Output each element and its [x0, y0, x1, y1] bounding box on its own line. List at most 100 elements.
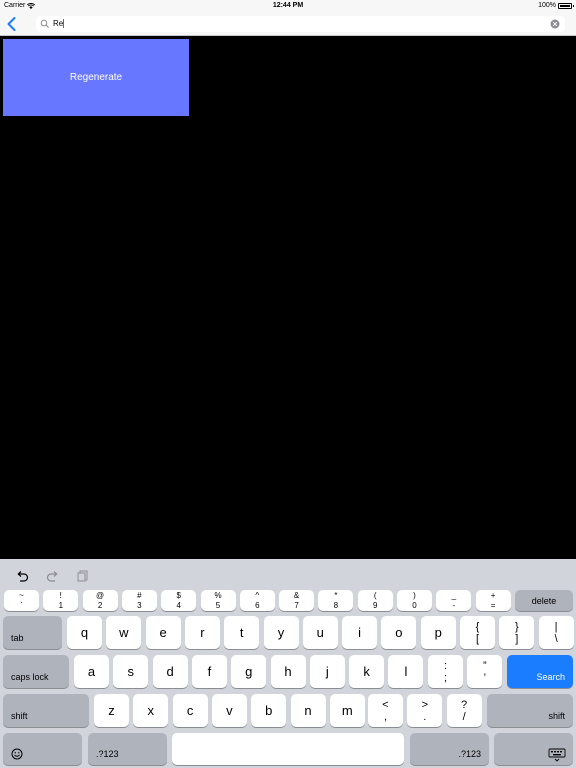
- key-p[interactable]: p: [420, 616, 456, 649]
- key-label: j: [325, 664, 329, 679]
- key-label: e: [159, 625, 167, 640]
- key-base-char: 8: [333, 600, 339, 610]
- key-[[interactable]: {[: [460, 616, 495, 649]
- battery-percent: 100%: [538, 2, 556, 9]
- key-7[interactable]: & 7: [279, 590, 315, 611]
- paste-icon[interactable]: [76, 569, 90, 583]
- undo-icon[interactable]: [15, 569, 29, 583]
- key-s[interactable]: s: [113, 655, 149, 688]
- numbers-key-right[interactable]: .?123: [410, 733, 489, 765]
- key-=[interactable]: + =: [475, 590, 511, 611]
- key-base-char: /: [462, 710, 466, 723]
- key-g[interactable]: g: [231, 655, 267, 688]
- key-u[interactable]: u: [302, 616, 338, 649]
- key-label: k: [363, 664, 370, 679]
- caps-lock-key[interactable]: caps lock: [3, 655, 69, 688]
- emoji-key[interactable]: [3, 733, 82, 765]
- key-label: delete: [531, 595, 557, 606]
- key--[interactable]: _ -: [436, 590, 472, 611]
- space-key[interactable]: [172, 733, 404, 765]
- key-legend: #3: [137, 591, 141, 611]
- key-label: x: [147, 703, 155, 718]
- key-h[interactable]: h: [270, 655, 306, 688]
- key-v[interactable]: v: [211, 694, 247, 727]
- key-i[interactable]: i: [342, 616, 378, 649]
- shift-left-key[interactable]: shift: [3, 694, 89, 727]
- key-shift-char: {: [475, 620, 480, 633]
- key-/[interactable]: ? /: [446, 694, 482, 727]
- key-d[interactable]: d: [152, 655, 188, 688]
- key-\[interactable]: | \: [538, 616, 574, 649]
- delete-key[interactable]: delete: [515, 590, 573, 611]
- key-y[interactable]: y: [263, 616, 299, 649]
- key-legend: ) 0: [412, 591, 416, 611]
- key-legend: >.: [422, 699, 428, 723]
- key-base-char: [: [475, 632, 480, 645]
- key-m[interactable]: m: [329, 694, 365, 727]
- key-r[interactable]: r: [184, 616, 220, 649]
- key-base-char: ’: [483, 671, 487, 684]
- key-base-char: 0: [412, 600, 417, 610]
- key-shift-char: <: [382, 698, 389, 711]
- key-j[interactable]: j: [309, 655, 345, 688]
- search-key[interactable]: Search: [507, 655, 573, 688]
- key-base-char: =: [490, 600, 496, 610]
- key-,[interactable]: <,: [368, 694, 403, 727]
- key-9[interactable]: (9: [357, 590, 393, 611]
- key-shift-char: &: [293, 590, 300, 600]
- key-shift-char: ): [413, 590, 416, 600]
- key-base-char: 5: [215, 600, 221, 610]
- key-1[interactable]: ! 1: [43, 590, 79, 611]
- key-shift-char: ?: [461, 698, 468, 711]
- key-base-char: ,: [383, 710, 388, 723]
- regenerate-button[interactable]: Regenerate: [3, 39, 189, 116]
- key-k[interactable]: k: [349, 655, 385, 688]
- key-c[interactable]: c: [172, 694, 208, 727]
- key-legend: * 8: [334, 591, 338, 611]
- key-shift-char: $: [176, 590, 181, 600]
- key-label: z: [108, 703, 115, 718]
- key-8[interactable]: * 8: [318, 590, 354, 611]
- key-e[interactable]: e: [145, 616, 181, 649]
- key-][interactable]: }]: [499, 616, 535, 649]
- key-`[interactable]: ~ `: [4, 590, 39, 611]
- key-4[interactable]: $4: [161, 590, 197, 611]
- hide-keyboard-key[interactable]: [494, 733, 573, 765]
- key-a[interactable]: a: [74, 655, 109, 688]
- key-base-char: 9: [372, 600, 378, 610]
- key-2[interactable]: @2: [82, 590, 118, 611]
- key-5[interactable]: % 5: [200, 590, 236, 611]
- key-q[interactable]: q: [67, 616, 102, 649]
- key-label: .?123: [458, 749, 481, 759]
- battery-fill: [560, 4, 570, 7]
- key-label: y: [277, 625, 285, 640]
- tab-key[interactable]: tab: [3, 616, 62, 649]
- key-label: h: [284, 664, 292, 679]
- key-.[interactable]: >.: [407, 694, 443, 727]
- key-o[interactable]: o: [381, 616, 417, 649]
- key-n[interactable]: n: [290, 694, 326, 727]
- search-input[interactable]: Re: [36, 16, 565, 32]
- key-6[interactable]: ^ 6: [239, 590, 275, 611]
- key-shift-char: ~: [19, 590, 24, 600]
- key-z[interactable]: z: [94, 694, 129, 727]
- redo-icon[interactable]: [46, 569, 60, 583]
- key-’[interactable]: ”’: [467, 655, 503, 688]
- key-b[interactable]: b: [251, 694, 287, 727]
- key-shift-char: |: [554, 620, 558, 633]
- shift-right-key[interactable]: shift: [487, 694, 573, 727]
- key-0[interactable]: ) 0: [397, 590, 432, 611]
- key-f[interactable]: f: [191, 655, 227, 688]
- key-label: n: [304, 703, 312, 718]
- key-3[interactable]: #3: [121, 590, 157, 611]
- numbers-key-left[interactable]: .?123: [88, 733, 167, 765]
- key-l[interactable]: l: [388, 655, 424, 688]
- key-label: s: [127, 664, 135, 679]
- back-chevron-icon[interactable]: [4, 16, 20, 32]
- key-t[interactable]: t: [224, 616, 260, 649]
- clear-icon[interactable]: [550, 19, 560, 29]
- key-w[interactable]: w: [106, 616, 142, 649]
- key-shift-char: %: [214, 590, 222, 600]
- key-;[interactable]: :;: [428, 655, 463, 688]
- key-x[interactable]: x: [133, 694, 169, 727]
